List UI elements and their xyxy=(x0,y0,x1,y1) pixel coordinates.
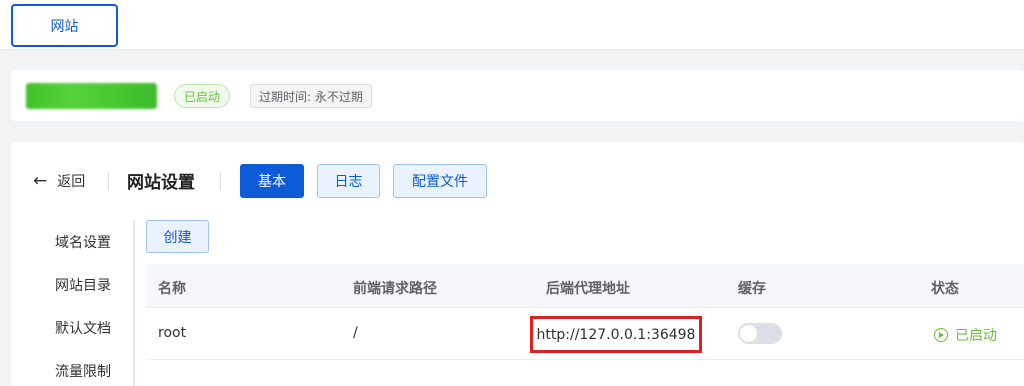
cell-path: / xyxy=(353,325,358,341)
expire-badge: 过期时间: 永不过期 xyxy=(250,84,372,108)
sidebar-item-directory[interactable]: 网站目录 xyxy=(55,275,111,295)
cell-name: root xyxy=(158,325,187,341)
sidebar-border xyxy=(133,220,135,386)
page-title: 网站设置 xyxy=(127,173,195,193)
cell-backend-highlighted: http://127.0.0.1:36498 xyxy=(530,316,702,353)
toggle-knob xyxy=(740,325,757,342)
back-label: 返回 xyxy=(57,174,86,190)
backend-address: http://127.0.0.1:36498 xyxy=(536,326,696,343)
tab-website[interactable]: 网站 xyxy=(11,4,118,47)
column-header-name: 名称 xyxy=(158,281,186,297)
sidebar-item-traffic-limit[interactable]: 流量限制 xyxy=(55,361,111,381)
tab-log[interactable]: 日志 xyxy=(317,164,380,198)
play-circle-icon xyxy=(934,328,948,342)
tab-basic[interactable]: 基本 xyxy=(240,164,304,198)
site-info-bar: 已启动 过期时间: 永不过期 xyxy=(11,70,1024,121)
divider xyxy=(108,172,109,190)
arrow-left-icon: ← xyxy=(33,170,48,191)
create-button[interactable]: 创建 xyxy=(146,220,209,253)
divider xyxy=(220,172,221,190)
status-label: 已启动 xyxy=(955,328,997,344)
top-tab-bar: 网站 xyxy=(0,0,1024,50)
back-button[interactable]: ← 返回 xyxy=(33,170,85,192)
settings-panel: ← 返回 网站设置 基本 日志 配置文件 域名设置 网站目录 默认文档 流量限制… xyxy=(11,142,1024,386)
table-header: 名称 前端请求路径 后端代理地址 缓存 状态 xyxy=(146,264,1024,308)
sidebar-item-default-doc[interactable]: 默认文档 xyxy=(55,318,111,338)
column-header-backend: 后端代理地址 xyxy=(546,281,630,297)
status-badge: 已启动 xyxy=(174,84,231,108)
column-header-status: 状态 xyxy=(931,281,959,297)
table-row: root / http://127.0.0.1:36498 已启动 xyxy=(146,308,1024,360)
sidebar-item-domain[interactable]: 域名设置 xyxy=(55,232,111,252)
site-name-redacted xyxy=(26,83,157,109)
status-toggle[interactable]: 已启动 xyxy=(934,325,997,345)
tab-config-file[interactable]: 配置文件 xyxy=(393,164,487,198)
column-header-cache: 缓存 xyxy=(738,281,766,297)
cache-toggle[interactable] xyxy=(738,323,782,344)
column-header-path: 前端请求路径 xyxy=(353,281,437,297)
